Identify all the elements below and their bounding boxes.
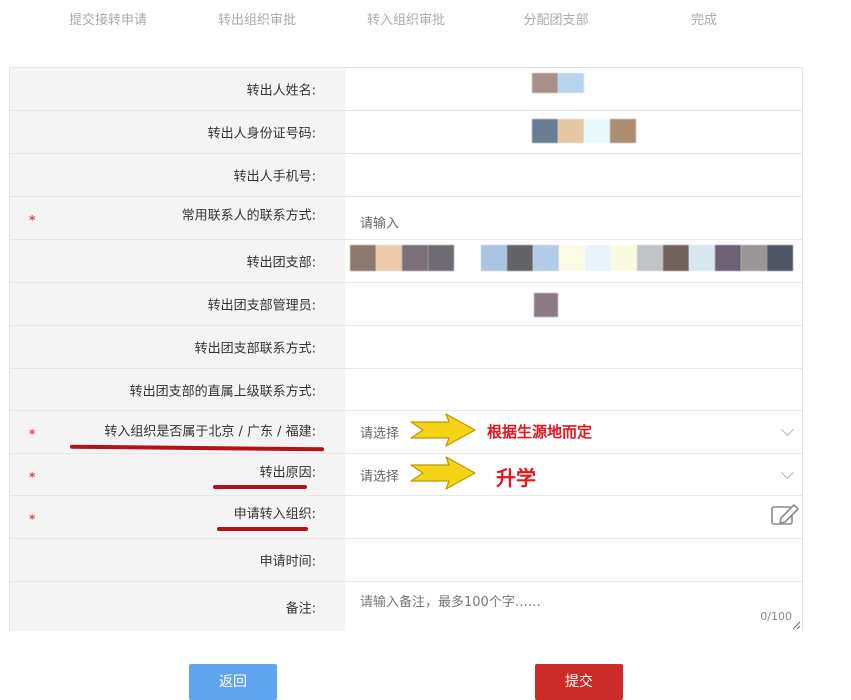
row-contact: * 常用联系人的联系方式: 请输入 — [10, 197, 802, 240]
row-apply-org: * 申请转入组织: — [10, 496, 802, 539]
row-branch-contact: 转出团支部联系方式: — [10, 326, 802, 369]
redacted-branch — [350, 245, 376, 271]
phone-label: 转出人手机号: — [233, 169, 316, 185]
underline-reason — [213, 485, 307, 489]
step-incoming-approval: 转入组织审批 — [366, 13, 446, 28]
remark-textarea[interactable]: 请输入备注，最多100个字…… 0/100 — [345, 582, 802, 631]
annotation-reason-note: 升学 — [496, 466, 536, 490]
admin-value — [345, 283, 802, 325]
contact-input[interactable]: 请输入 — [345, 197, 802, 239]
contact-label: 常用联系人的联系方式: — [181, 208, 316, 224]
required-star: * — [29, 427, 36, 442]
arrow-right-icon — [410, 413, 476, 447]
branch-label: 转出团支部: — [246, 255, 316, 271]
reason-placeholder: 请选择 — [360, 469, 400, 484]
row-phone: 转出人手机号: — [10, 154, 802, 197]
required-star: * — [29, 469, 36, 484]
row-apply-time: 申请时间: — [10, 539, 802, 582]
remark-placeholder: 请输入备注，最多100个字…… — [360, 595, 541, 610]
apply-time-value — [345, 539, 802, 581]
row-remark: 备注: 请输入备注，最多100个字…… 0/100 — [10, 582, 802, 631]
branch-contact-value — [345, 326, 802, 368]
apply-org-label: 申请转入组织: — [233, 506, 316, 522]
edit-icon[interactable] — [770, 503, 800, 527]
remark-counter: 0/100 — [760, 610, 792, 623]
superior-contact-label: 转出团支部的直属上级联系方式: — [129, 384, 316, 399]
reason-label: 转出原因: — [259, 465, 316, 481]
region-placeholder: 请选择 — [360, 426, 400, 442]
region-label: 转入组织是否属于北京 / 广东 / 福建: — [104, 424, 316, 440]
row-superior-contact: 转出团支部的直属上级联系方式: — [10, 369, 802, 411]
branch-value — [345, 240, 802, 282]
step-assign-branch: 分配团支部 — [523, 13, 589, 28]
superior-contact-value — [345, 369, 802, 410]
row-branch: 转出团支部: — [10, 240, 802, 283]
name-label: 转出人姓名: — [246, 83, 316, 99]
back-button[interactable]: 返回 — [189, 664, 277, 700]
annotation-region-note: 根据生源地而定 — [487, 423, 593, 441]
resize-handle-icon[interactable] — [792, 621, 801, 630]
redacted-name — [532, 73, 558, 93]
apply-time-label: 申请时间: — [259, 554, 316, 570]
id-label: 转出人身份证号码: — [207, 126, 316, 142]
arrow-right-icon — [410, 456, 476, 490]
redacted-id — [532, 119, 558, 143]
remark-label: 备注: — [285, 601, 316, 616]
chevron-down-icon — [781, 465, 794, 479]
step-outgoing-approval: 转出组织审批 — [217, 13, 297, 28]
id-value — [345, 111, 802, 153]
row-id-number: 转出人身份证号码: — [10, 111, 802, 154]
branch-contact-label: 转出团支部联系方式: — [194, 341, 316, 357]
row-name: 转出人姓名: — [10, 68, 802, 111]
step-complete: 完成 — [690, 13, 718, 28]
admin-label: 转出团支部管理员: — [207, 298, 316, 314]
required-star: * — [29, 512, 36, 527]
chevron-down-icon — [781, 423, 794, 437]
redacted-admin — [534, 293, 558, 317]
row-admin: 转出团支部管理员: — [10, 283, 802, 326]
name-value — [345, 68, 802, 110]
step-submit-application: 提交接转申请 — [68, 13, 148, 28]
submit-button[interactable]: 提交 — [535, 664, 623, 700]
transfer-form: 转出人姓名: 转出人身份证号码: 转出人手机号: * 常用联系人的联系方式: 请… — [9, 67, 803, 631]
row-reason: * 转出原因: 请选择 — [10, 454, 802, 496]
required-star: * — [29, 213, 36, 228]
contact-placeholder: 请输入 — [360, 216, 400, 232]
apply-org-field[interactable] — [345, 496, 802, 538]
progress-steps: 提交接转申请 转出组织审批 转入组织审批 分配团支部 完成 — [0, 0, 851, 40]
phone-value — [345, 154, 802, 196]
underline-apply-org — [217, 527, 308, 531]
